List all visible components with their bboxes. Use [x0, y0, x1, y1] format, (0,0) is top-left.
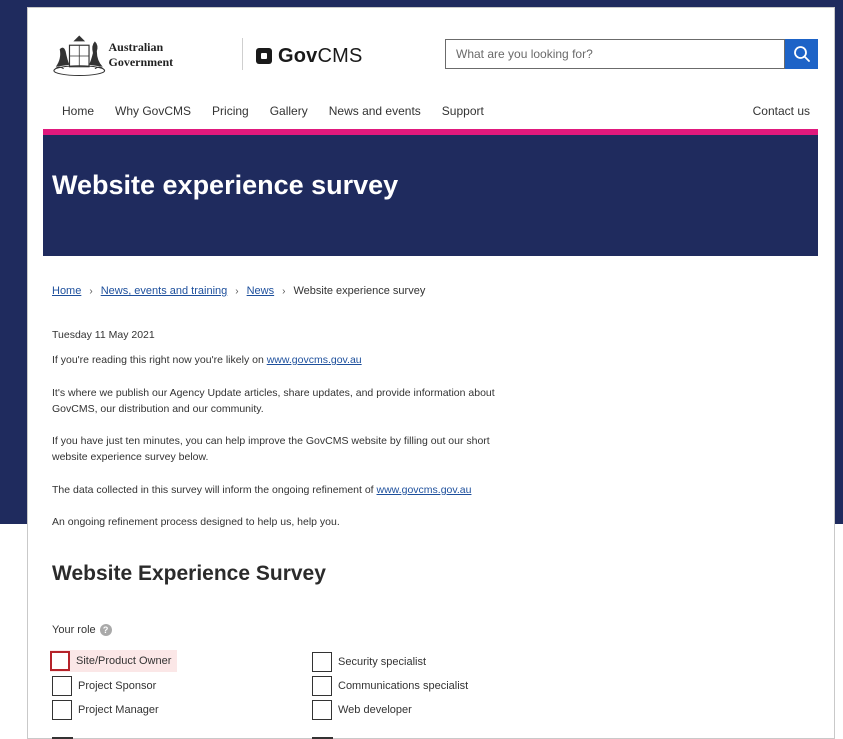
checkbox[interactable] — [50, 651, 70, 671]
role-option-project-manager[interactable]: Project Manager — [52, 699, 159, 721]
checkbox[interactable] — [312, 700, 332, 720]
breadcrumb: Home › News, events and training › News … — [52, 285, 425, 297]
nav-item-gallery[interactable]: Gallery — [270, 104, 308, 122]
nav-item-pricing[interactable]: Pricing — [212, 104, 249, 122]
govcms-site-link[interactable]: www.govcms.gov.au — [267, 354, 362, 366]
logo-divider — [242, 38, 243, 70]
nav-item-support[interactable]: Support — [442, 104, 484, 122]
govcms-site-link[interactable]: www.govcms.gov.au — [377, 484, 472, 496]
page-title: Website experience survey — [52, 170, 399, 200]
nav-item-contact-us[interactable]: Contact us — [753, 104, 810, 118]
article-paragraph-3: If you have just ten minutes, you can he… — [52, 435, 490, 463]
article-date: Tuesday 11 May 2021 — [52, 329, 155, 341]
role-option-site-product-owner[interactable]: Site/Product Owner — [50, 650, 178, 672]
gov-name: Australian Government — [108, 40, 174, 69]
article-paragraph-2: It's where we publish our Agency Update … — [52, 387, 495, 415]
breadcrumb-home-link[interactable]: Home — [52, 285, 81, 297]
role-field-label: Your role ? — [52, 624, 112, 636]
article-paragraph-5: An ongoing refinement process designed t… — [52, 516, 340, 528]
main-nav: Home Why GovCMS Pricing Gallery News and… — [62, 104, 505, 122]
breadcrumb-separator: › — [89, 285, 93, 297]
govcms-logo-icon — [256, 48, 272, 64]
article-paragraph-4: The data collected in this survey will i… — [52, 484, 472, 496]
coat-of-arms-icon — [53, 35, 106, 77]
role-option-security-specialist[interactable]: Security specialist — [312, 651, 426, 673]
nav-item-news-and-events[interactable]: News and events — [329, 104, 421, 122]
govcms-logo[interactable]: GovCMS — [256, 44, 363, 68]
checkbox[interactable] — [52, 676, 72, 696]
search-input[interactable] — [446, 40, 784, 68]
breadcrumb-current: Website experience survey — [293, 285, 426, 297]
article-paragraph-1: If you're reading this right now you're … — [52, 354, 362, 366]
role-option-project-sponsor[interactable]: Project Sponsor — [52, 675, 156, 697]
breadcrumb-separator: › — [282, 285, 286, 297]
checkbox[interactable] — [312, 676, 332, 696]
australian-government-logo[interactable]: Australian Government — [48, 30, 228, 80]
role-option-web-developer[interactable]: Web developer — [312, 699, 412, 721]
breadcrumb-news-events-link[interactable]: News, events and training — [101, 285, 228, 297]
checkbox[interactable] — [52, 700, 72, 720]
search-field[interactable] — [445, 39, 785, 69]
search-icon — [793, 46, 810, 62]
survey-heading: Website Experience Survey — [52, 562, 326, 585]
brand-wordmark: GovCMS — [278, 44, 363, 67]
role-option-communications-specialist[interactable]: Communications specialist — [312, 675, 468, 697]
checkbox[interactable] — [312, 652, 332, 672]
breadcrumb-separator: › — [235, 285, 239, 297]
breadcrumb-news-link[interactable]: News — [247, 285, 275, 297]
nav-item-why-govcms[interactable]: Why GovCMS — [115, 104, 191, 122]
search-button[interactable] — [785, 39, 818, 69]
help-icon[interactable]: ? — [99, 624, 112, 636]
nav-item-home[interactable]: Home — [62, 104, 94, 122]
